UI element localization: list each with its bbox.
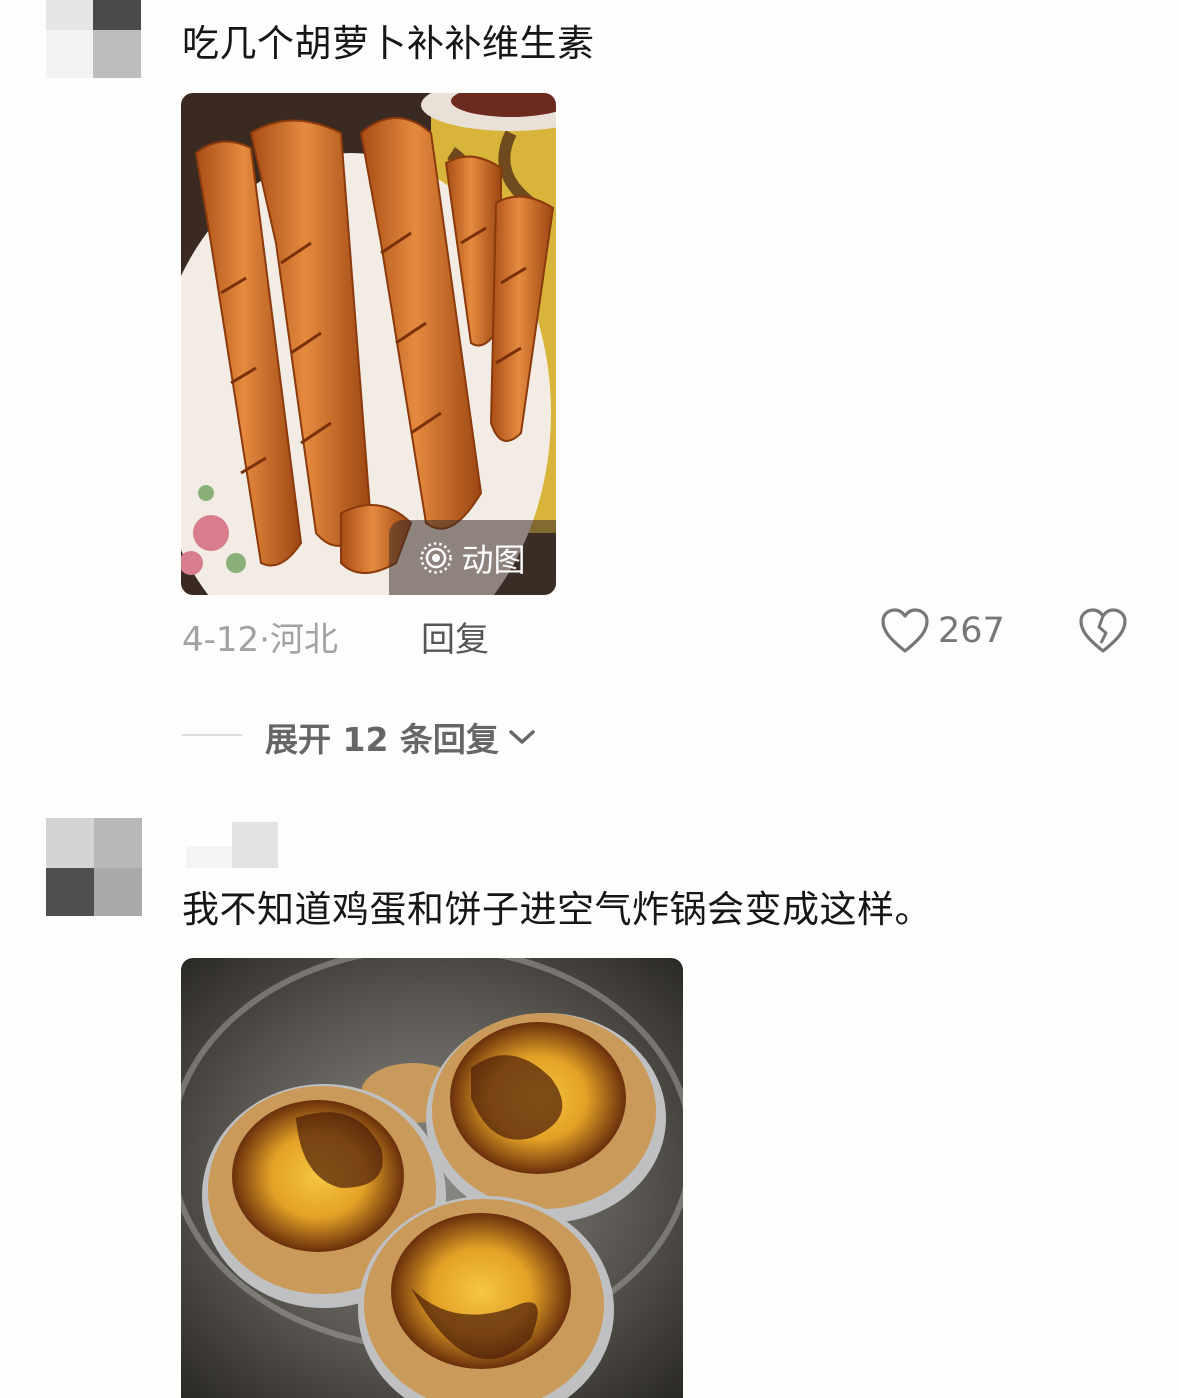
user-avatar[interactable] [46,818,142,916]
comment-date: 4-12 [182,620,260,660]
live-photo-badge: 动图 [389,520,556,595]
egg-tart-photo [181,958,683,1398]
live-photo-icon [420,541,453,574]
user-avatar[interactable] [46,0,141,78]
live-photo-label: 动图 [461,540,526,579]
like-count: 267 [938,611,1005,651]
like-button[interactable]: 267 [880,607,1005,655]
broken-heart-icon [1079,608,1127,653]
meta-separator: · [259,620,270,660]
expand-replies-button[interactable]: 展开 12 条回复 [265,713,537,761]
expand-divider [182,734,242,736]
comment-text: 我不知道鸡蛋和饼子进空气炸锅会变成这样。 [182,888,932,931]
dislike-button[interactable] [1078,607,1128,659]
heart-icon [881,608,929,653]
username-redacted[interactable] [186,822,278,868]
chevron-down-icon [509,730,535,744]
comment-image[interactable] [181,958,683,1398]
comment-meta: 4-12·河北 [182,612,338,661]
comment-image[interactable]: 动图 [181,93,556,595]
expand-replies-label: 展开 12 条回复 [265,720,499,759]
reply-button[interactable]: 回复 [421,612,489,661]
comment-text: 吃几个胡萝卜补补维生素 [182,22,595,65]
comment-location: 河北 [269,620,338,660]
